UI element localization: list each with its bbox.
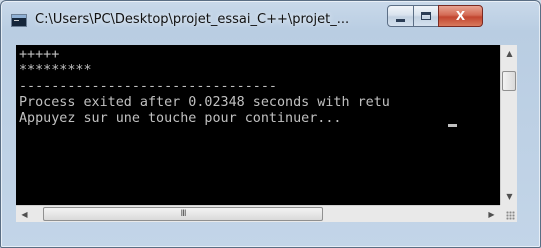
scroll-down-button[interactable]: ▼ <box>501 188 518 205</box>
vertical-scroll-thumb[interactable] <box>502 71 516 91</box>
resize-grip[interactable] <box>500 205 517 222</box>
scroll-up-arrow-icon: ▲ <box>506 49 513 58</box>
horizontal-scroll-thumb[interactable]: III <box>43 207 323 221</box>
scroll-right-arrow-icon: ▶ <box>488 210 495 219</box>
console-window: C:\Users\PC\Desktop\projet_essai_C++\pro… <box>0 0 541 248</box>
text-cursor <box>448 124 457 127</box>
console-line: ********* <box>19 63 92 78</box>
console-line: Appuyez sur une touche pour continuer... <box>19 111 350 126</box>
scroll-up-button[interactable]: ▲ <box>501 45 518 62</box>
console-output[interactable]: +++++ ********* ------------------------… <box>16 45 500 205</box>
console-line: Process exited after 0.02348 seconds wit… <box>19 95 390 110</box>
console-line: -------------------------------- <box>19 79 277 94</box>
scroll-grip-icon: III <box>180 209 187 219</box>
maximize-icon <box>421 12 431 20</box>
close-button[interactable]: X <box>438 5 483 27</box>
minimize-icon <box>396 18 405 22</box>
console-line: +++++ <box>19 47 60 62</box>
vertical-scrollbar[interactable]: ▲ ▼ <box>500 45 517 205</box>
scroll-left-button[interactable]: ◀ <box>16 206 33 223</box>
scroll-left-arrow-icon: ◀ <box>21 210 28 219</box>
minimize-button[interactable] <box>387 5 414 27</box>
resize-grip-icon <box>506 211 515 220</box>
scroll-down-arrow-icon: ▼ <box>506 192 513 201</box>
maximize-button[interactable] <box>413 5 439 27</box>
console-app-icon[interactable] <box>11 14 27 27</box>
window-title: C:\Users\PC\Desktop\projet_essai_C++\pro… <box>35 12 350 27</box>
scroll-right-button[interactable]: ▶ <box>483 206 500 223</box>
close-icon: X <box>455 9 466 23</box>
title-bar[interactable]: C:\Users\PC\Desktop\projet_essai_C++\pro… <box>1 1 540 37</box>
horizontal-scrollbar[interactable]: ◀ III ▶ <box>16 205 500 222</box>
